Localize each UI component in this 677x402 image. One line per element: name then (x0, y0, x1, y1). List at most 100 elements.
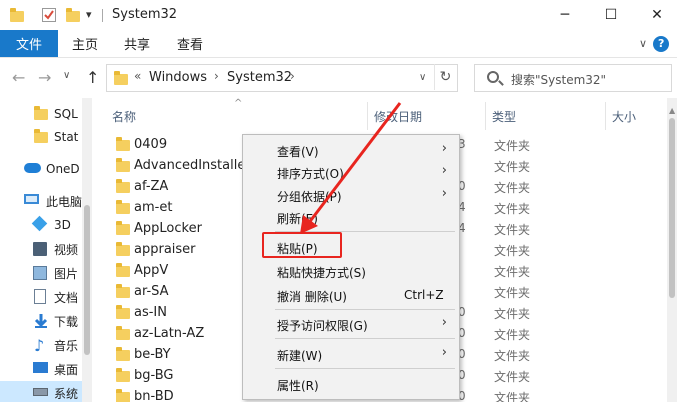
sidebar-item-system-drive[interactable]: 系统 (0, 381, 92, 402)
minimize-button[interactable]: ─ (542, 0, 588, 30)
sidebar-item-sql[interactable]: SQL (0, 102, 92, 126)
back-arrow-icon[interactable]: ← (12, 68, 25, 87)
ribbon-tabs: 文件 主页 共享 查看 ∨ ? (0, 30, 677, 58)
column-divider[interactable] (605, 102, 606, 130)
menu-item-group-by[interactable]: 分组依据(P) › (243, 184, 459, 206)
menu-item-undo-delete[interactable]: 撤消 删除(U) Ctrl+Z (243, 284, 459, 306)
sidebar-item-desktop[interactable]: 桌面 (0, 357, 92, 381)
folder-icon (34, 106, 48, 120)
address-bar[interactable]: « Windows › System32 › ∨ (106, 64, 458, 92)
menu-item-properties[interactable]: 属性(R) (243, 373, 459, 395)
column-header-date[interactable]: 修改日期 (374, 108, 422, 125)
close-button[interactable]: ✕ (634, 0, 677, 30)
navigation-bar: ← → ∨ ↑ « Windows › System32 › ∨ ↻ 搜索"Sy… (0, 58, 677, 98)
menu-item-refresh[interactable]: 刷新(E) (243, 206, 459, 228)
pictures-icon (33, 266, 47, 280)
tab-home[interactable]: 主页 (72, 30, 98, 57)
menu-item-label: 查看(V) (277, 145, 319, 159)
menu-item-new[interactable]: 新建(W) › (243, 343, 459, 365)
up-arrow-icon[interactable]: ↑ (86, 68, 99, 87)
sidebar-item-label: 文档 (54, 290, 79, 305)
file-name: am-et (134, 200, 173, 215)
folder-icon (116, 368, 130, 382)
menu-separator (275, 309, 455, 310)
column-header-type[interactable]: 类型 (492, 108, 516, 125)
file-type: 文件夹 (494, 349, 531, 363)
file-type: 文件夹 (494, 181, 531, 195)
sidebar-item-label: 音乐 (54, 338, 79, 353)
menu-item-grant-access[interactable]: 授予访问权限(G) › (243, 313, 459, 335)
sidebar-item-label: 3D (54, 218, 71, 232)
sidebar-item-label: Stat (54, 130, 79, 144)
menu-item-paste-shortcut[interactable]: 粘贴快捷方式(S) (243, 260, 459, 282)
folder-icon (116, 284, 130, 298)
file-name: bn-BD (134, 389, 174, 402)
breadcrumb-chevron-icon[interactable]: › (290, 69, 295, 83)
menu-item-view[interactable]: 查看(V) › (243, 139, 459, 161)
folder-icon (116, 389, 130, 402)
sidebar-item-label: 图片 (54, 266, 79, 281)
scroll-up-icon[interactable]: ▲ (669, 106, 675, 115)
column-header-size[interactable]: 大小 (612, 108, 636, 125)
tab-file[interactable]: 文件 (0, 30, 58, 57)
recent-locations-icon[interactable]: ∨ (63, 70, 70, 81)
sidebar-item-onedrive[interactable]: OneD (0, 157, 92, 181)
sidebar-item-this-pc[interactable]: 此电脑 (0, 189, 92, 213)
sidebar-item-pictures[interactable]: 图片 (0, 261, 92, 285)
file-type: 文件夹 (494, 160, 531, 174)
file-type: 文件夹 (494, 265, 531, 279)
quick-access-dropdown-icon[interactable]: ▾ (86, 8, 92, 21)
breadcrumb-windows[interactable]: Windows (149, 70, 207, 85)
address-dropdown-icon[interactable]: ∨ (419, 72, 426, 83)
desktop-icon (33, 362, 48, 373)
folder-icon (34, 129, 48, 143)
breadcrumb-overflow-icon[interactable]: « (134, 69, 141, 83)
menu-item-label: 新建(W) (277, 349, 323, 363)
menu-item-label: 排序方式(O) (277, 167, 344, 181)
search-input[interactable]: 搜索"System32" (474, 64, 672, 92)
folder-icon (10, 8, 24, 22)
column-divider[interactable] (367, 102, 368, 130)
file-list-scroll-thumb[interactable] (669, 118, 675, 298)
file-type: 文件夹 (494, 328, 531, 342)
file-name: AppLocker (134, 221, 202, 236)
folder-icon (116, 221, 130, 235)
breadcrumb-system32[interactable]: System32 (227, 70, 292, 85)
tab-view[interactable]: 查看 (177, 30, 203, 57)
new-folder-icon[interactable] (66, 8, 80, 22)
sidebar-item-videos[interactable]: 视频 (0, 237, 92, 261)
expand-ribbon-icon[interactable]: ∨ (639, 37, 647, 50)
title-separator (102, 9, 103, 22)
help-icon[interactable]: ? (653, 36, 669, 52)
menu-item-sort[interactable]: 排序方式(O) › (243, 161, 459, 183)
search-placeholder: 搜索"System32" (511, 73, 607, 87)
forward-arrow-icon[interactable]: → (38, 68, 51, 87)
folder-icon (116, 200, 130, 214)
sort-ascending-icon: ^ (234, 98, 243, 109)
menu-item-label: 刷新(E) (277, 212, 318, 226)
context-menu: 查看(V) › 排序方式(O) › 分组依据(P) › 刷新(E) 粘贴(P) … (242, 134, 460, 400)
maximize-button[interactable]: ☐ (588, 0, 634, 30)
submenu-arrow-icon: › (441, 163, 447, 178)
tab-share[interactable]: 共享 (124, 30, 150, 57)
sidebar-item-3d-objects[interactable]: 3D (0, 213, 92, 237)
refresh-button[interactable]: ↻ (434, 64, 456, 90)
sidebar-item-label: 视频 (54, 242, 79, 257)
properties-check-icon[interactable] (42, 8, 56, 22)
sidebar-item-music[interactable]: ♪ 音乐 (0, 333, 92, 357)
breadcrumb-chevron-icon[interactable]: › (214, 69, 219, 83)
column-header-name[interactable]: 名称 (112, 108, 136, 125)
folder-icon (114, 71, 128, 85)
sidebar-item-documents[interactable]: 文档 (0, 285, 92, 309)
file-type: 文件夹 (494, 391, 531, 402)
menu-separator (275, 338, 455, 339)
documents-icon (34, 289, 46, 304)
column-divider[interactable] (485, 102, 486, 130)
sidebar-item-downloads[interactable]: 下载 (0, 309, 92, 333)
help-glyph: ? (658, 37, 665, 50)
folder-icon (116, 242, 130, 256)
sidebar-scroll-thumb[interactable] (84, 205, 90, 355)
menu-item-label: 授予访问权限(G) (277, 319, 368, 333)
onedrive-icon (24, 163, 41, 173)
sidebar-item-stat[interactable]: Stat (0, 125, 92, 149)
